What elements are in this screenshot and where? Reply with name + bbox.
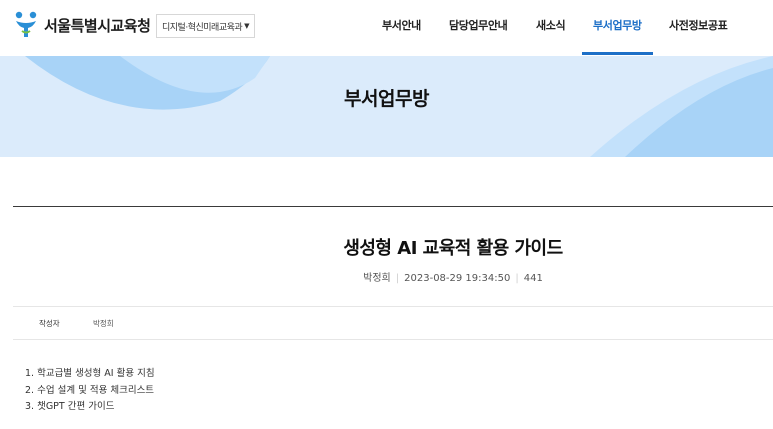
nav-item-dept-board[interactable]: 부서업무방 xyxy=(593,17,642,33)
post-content: 1. 학교급별 생성형 AI 활용 지침 2. 수업 설계 및 적용 체크리스트… xyxy=(25,366,155,416)
author-value: 박정희 xyxy=(93,319,114,328)
banner-title: 부서업무방 xyxy=(344,88,429,110)
nav-item-dept-info[interactable]: 부서안내 xyxy=(382,17,421,33)
site-header: 서울특별시교육청 디지털·혁신미래교육과 ▼ 부서안내 담당업무안내 새소식 부… xyxy=(0,0,773,56)
seoul-education-logo-icon xyxy=(15,11,37,37)
article-top-rule xyxy=(13,206,773,207)
author-label: 작성자 xyxy=(39,319,60,328)
org-name: 서울특별시교육청 xyxy=(44,16,151,35)
post-views: 441 xyxy=(523,273,543,284)
post-meta: 박정희 | 2023-08-29 19:34:50 | 441 xyxy=(13,269,773,284)
nav-item-duties[interactable]: 담당업무안내 xyxy=(449,17,508,33)
site-logo[interactable]: 서울특별시교육청 xyxy=(13,11,151,39)
info-bottom-rule xyxy=(13,339,773,340)
content-line: 3. 챗GPT 간편 가이드 xyxy=(25,401,115,412)
department-name: 디지털·혁신미래교육과 xyxy=(162,22,243,33)
post-title: 생성형 AI 교육적 활용 가이드 xyxy=(343,238,563,259)
post-date: 2023-08-29 19:34:50 xyxy=(404,273,511,284)
nav-item-disclosure[interactable]: 사전정보공표 xyxy=(669,17,728,33)
post-author: 박정희 xyxy=(363,273,391,284)
meta-divider: | xyxy=(395,273,400,284)
page-banner: 부서업무방 xyxy=(0,56,773,157)
department-select[interactable]: 디지털·혁신미래교육과 ▼ xyxy=(156,14,256,38)
active-nav-indicator xyxy=(582,52,653,55)
content-line: 2. 수업 설계 및 적용 체크리스트 xyxy=(25,384,155,396)
nav-item-news[interactable]: 새소식 xyxy=(536,17,566,33)
content-line: 1. 학교급별 생성형 AI 활용 지침 xyxy=(25,368,155,379)
info-top-rule xyxy=(13,306,773,307)
meta-divider: | xyxy=(515,273,519,284)
caret-down-icon: ▼ xyxy=(244,22,250,30)
